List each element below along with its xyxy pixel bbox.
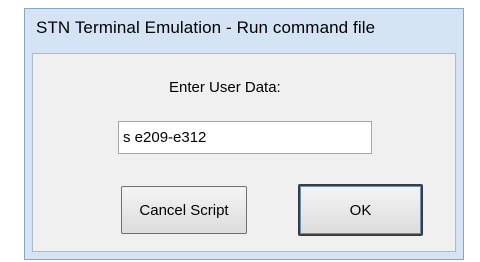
ok-button[interactable]: OK [298,184,423,236]
cancel-script-button[interactable]: Cancel Script [121,186,247,234]
screen: STN Terminal Emulation - Run command fil… [0,0,480,262]
window-title: STN Terminal Emulation - Run command fil… [36,18,376,37]
prompt-label: Enter User Data: [169,79,281,96]
user-data-input[interactable] [118,121,372,154]
